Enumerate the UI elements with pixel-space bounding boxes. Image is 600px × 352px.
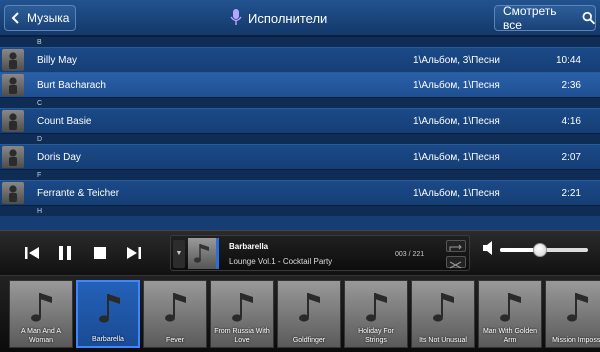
section-header: F <box>0 169 600 180</box>
search-icon <box>582 11 595 25</box>
album-strip[interactable]: A Man And A Woman Barbarella Fever From Rus… <box>0 275 600 352</box>
album-label: Barbarella <box>92 336 124 343</box>
album-label: Its Not Unusual <box>419 337 467 344</box>
person-icon <box>9 113 17 130</box>
artist-info: 1\Альбом, 1\Песня <box>413 187 500 199</box>
artist-duration: 4:16 <box>561 115 581 127</box>
album-tile[interactable]: Fever <box>143 280 207 348</box>
person-icon <box>9 77 17 94</box>
music-note-icon <box>165 293 186 322</box>
artist-info: 1\Альбом, 1\Песня <box>413 79 500 91</box>
see-all-button[interactable]: Смотреть все <box>494 4 596 32</box>
album-label: Holiday For Strings <box>358 328 394 344</box>
artist-row[interactable]: Ferrante & Teicher 1\Альбом, 1\Песня 2:21 <box>0 180 600 205</box>
album-tile[interactable]: Barbarella <box>76 280 140 348</box>
shuffle-icon <box>449 261 462 269</box>
repeat-button[interactable] <box>446 240 466 252</box>
now-playing-panel[interactable]: ▼ Barbarella Lounge Vol.1 - Cocktail Par… <box>170 235 470 271</box>
person-icon <box>9 149 17 166</box>
artist-info: 1\Альбом, 1\Песня <box>413 151 500 163</box>
album-tile[interactable]: Man With Golden Arm <box>478 280 542 348</box>
artist-avatar <box>2 74 24 96</box>
page-title-text: Исполнители <box>248 10 328 26</box>
now-playing-cover <box>188 238 219 269</box>
back-button[interactable]: Музыка <box>4 5 76 31</box>
artist-info: 1\Альбом, 3\Песни <box>413 54 500 66</box>
music-note-icon <box>31 293 52 322</box>
album-label: From Russia With Love <box>214 328 270 344</box>
back-button-label: Музыка <box>27 11 70 25</box>
song-title: Barbarella <box>229 242 269 251</box>
volume-knob[interactable] <box>532 243 547 257</box>
person-icon <box>9 52 17 69</box>
album-tile[interactable]: Mission Impossi <box>545 280 600 348</box>
section-header: C <box>0 97 600 108</box>
artist-duration: 2:36 <box>561 79 581 91</box>
previous-track-icon[interactable] <box>22 243 42 263</box>
music-note-icon <box>232 293 253 322</box>
artist-name: Ferrante & Teicher <box>37 187 120 199</box>
track-counter: 003 / 221 <box>395 251 425 258</box>
artist-duration: 10:44 <box>555 54 581 66</box>
music-note-icon <box>433 293 454 322</box>
artist-info: 1\Альбом, 1\Песня <box>413 115 500 127</box>
artist-avatar <box>2 146 24 168</box>
section-header: B <box>0 36 600 47</box>
page-title: Исполнители <box>230 0 327 36</box>
music-note-icon <box>567 293 588 322</box>
album-tile[interactable]: Holiday For Strings <box>344 280 408 348</box>
artist-duration: 2:21 <box>561 187 581 199</box>
album-tile[interactable]: Goldfinger <box>277 280 341 348</box>
chevron-left-icon <box>11 12 19 24</box>
artist-name: Burt Bacharach <box>37 79 106 91</box>
person-icon <box>9 185 17 202</box>
album-label: Goldfinger <box>292 337 326 344</box>
pause-icon[interactable] <box>55 243 75 263</box>
top-bar: Музыка Исполнители Смотреть все <box>0 0 600 36</box>
album-label: Man With Golden Arm <box>482 328 538 344</box>
album-tile[interactable]: Its Not Unusual <box>411 280 475 348</box>
shuffle-button[interactable] <box>446 256 466 269</box>
see-all-label: Смотреть все <box>503 4 557 32</box>
player-bar: ▼ Barbarella Lounge Vol.1 - Cocktail Par… <box>0 230 600 275</box>
artist-row[interactable]: Burt Bacharach 1\Альбом, 1\Песня 2:36 <box>0 72 600 97</box>
artist-avatar <box>2 110 24 132</box>
stop-icon[interactable] <box>90 243 110 263</box>
music-note-icon <box>366 293 387 322</box>
artist-list[interactable]: B Billy May 1\Альбом, 3\Песни 10:44 Burt Bac… <box>0 36 600 230</box>
music-note-icon <box>500 293 521 322</box>
artist-row[interactable]: Billy May 1\Альбом, 3\Песни 10:44 <box>0 47 600 72</box>
volume-slider[interactable] <box>500 243 588 257</box>
album-tile[interactable]: From Russia With Love <box>210 280 274 348</box>
album-name: Lounge Vol.1 - Cocktail Party <box>229 257 333 266</box>
music-note-icon <box>299 293 320 322</box>
microphone-icon <box>230 9 242 25</box>
album-label: Mission Impossi <box>552 337 600 344</box>
artist-avatar <box>2 49 24 71</box>
artist-row[interactable]: Doris Day 1\Альбом, 1\Песня 2:07 <box>0 144 600 169</box>
artist-name: Doris Day <box>37 151 81 163</box>
artist-name: Count Basie <box>37 115 92 127</box>
artist-row[interactable]: Count Basie 1\Альбом, 1\Песня 4:16 <box>0 108 600 133</box>
music-note-icon <box>99 294 120 323</box>
section-header: D <box>0 133 600 144</box>
album-label: A Man And A Woman <box>20 328 62 344</box>
volume-icon <box>483 241 492 255</box>
next-track-icon[interactable] <box>124 243 144 263</box>
dropdown-arrow-icon[interactable]: ▼ <box>173 240 185 268</box>
repeat-icon <box>449 244 462 251</box>
artist-duration: 2:07 <box>561 151 581 163</box>
section-header: H <box>0 205 600 216</box>
music-note-icon <box>194 244 209 263</box>
artist-avatar <box>2 182 24 204</box>
album-tile[interactable]: A Man And A Woman <box>9 280 73 348</box>
artist-name: Billy May <box>37 54 78 66</box>
album-label: Fever <box>166 337 184 344</box>
